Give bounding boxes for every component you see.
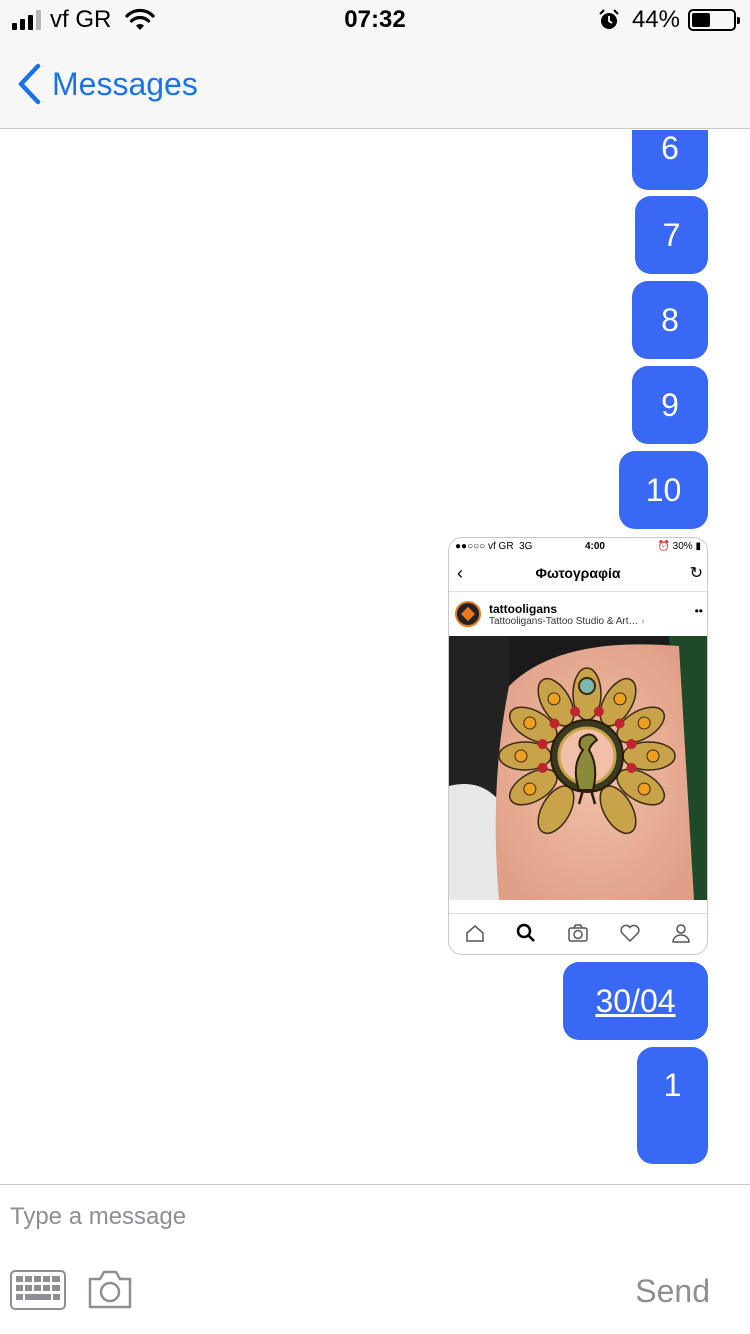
shot-battery-icon: ▮: [695, 540, 701, 552]
shot-network: 3G: [519, 540, 533, 552]
message-bubble[interactable]: 7: [635, 196, 708, 274]
message-bubble[interactable]: 6: [632, 130, 708, 190]
message-text: 8: [661, 301, 679, 338]
shot-camera-icon: [568, 924, 588, 942]
navigation-bar: Messages: [0, 40, 750, 129]
shot-actions-strip: [449, 900, 707, 914]
tattoo-photo-image: [449, 636, 707, 900]
shot-username: tattooligans: [489, 601, 557, 616]
tattoo-photo: [449, 636, 707, 900]
message-text: 7: [662, 216, 681, 253]
shot-tab-bar: [449, 914, 707, 952]
shot-heart-icon: [619, 924, 640, 943]
shot-status-bar: ●●○○○ vf GR 3G 4:00 ⏰ 30% ▮: [449, 538, 707, 554]
status-bar: vf GR 07:32 44%: [0, 0, 750, 40]
shot-profile-icon: [672, 924, 690, 943]
back-button[interactable]: Messages: [16, 62, 198, 106]
battery-percent: 44%: [631, 6, 680, 33]
shot-home-icon: [466, 925, 484, 942]
message-bubble[interactable]: 10: [619, 451, 708, 529]
shot-location: Tattooligans-Tattoo Studio & Art…: [489, 615, 639, 627]
shot-back-icon: ‹: [457, 563, 463, 583]
shot-carrier: vf GR: [487, 540, 514, 552]
send-button[interactable]: Send: [635, 1273, 710, 1310]
alarm-icon: [599, 9, 619, 29]
message-bubble[interactable]: 9: [632, 366, 708, 444]
status-right: 44%: [598, 6, 740, 34]
message-input[interactable]: [10, 1195, 710, 1239]
message-bubble[interactable]: 8: [632, 281, 708, 359]
shot-search-icon: [517, 923, 536, 942]
keyboard-icon[interactable]: [10, 1270, 66, 1310]
message-text: 10: [645, 471, 682, 508]
shot-avatar: [455, 601, 481, 627]
chevron-left-icon: [18, 63, 41, 105]
shot-post-header: tattooligans Tattooligans-Tattoo Studio …: [449, 592, 707, 636]
shot-more-icon: ••: [694, 604, 703, 618]
shot-chevron-icon: ›: [641, 615, 645, 627]
message-text: 6: [661, 130, 679, 166]
message-bubble[interactable]: 1: [637, 1047, 708, 1164]
message-composer: Send: [0, 1184, 750, 1334]
shot-title: Φωτογραφία: [535, 564, 621, 581]
back-label: Messages: [52, 65, 198, 102]
shot-alarm-icon: ⏰: [657, 540, 673, 552]
shot-refresh-icon: ↻: [689, 565, 703, 582]
shot-time: 4:00: [584, 540, 605, 552]
message-text: 1: [663, 1067, 682, 1103]
shot-header: ‹ Φωτογραφία ↻: [449, 554, 707, 592]
message-text[interactable]: 30/04: [595, 983, 675, 1020]
message-bubble-date[interactable]: 30/04: [563, 962, 708, 1040]
camera-icon[interactable]: [86, 1267, 134, 1311]
shot-signal-icon: ●●○○○: [455, 540, 488, 552]
battery-icon: [688, 9, 740, 31]
shared-screenshot[interactable]: ●●○○○ vf GR 3G 4:00 ⏰ 30% ▮ ‹ Φωτογραφία…: [448, 537, 708, 955]
shot-battery: 30%: [672, 540, 693, 552]
message-list[interactable]: 6 7 8 9 10 ●●○○○ vf GR 3G 4:00 ⏰ 30% ▮ ‹…: [0, 130, 750, 1183]
message-text: 9: [661, 386, 679, 423]
